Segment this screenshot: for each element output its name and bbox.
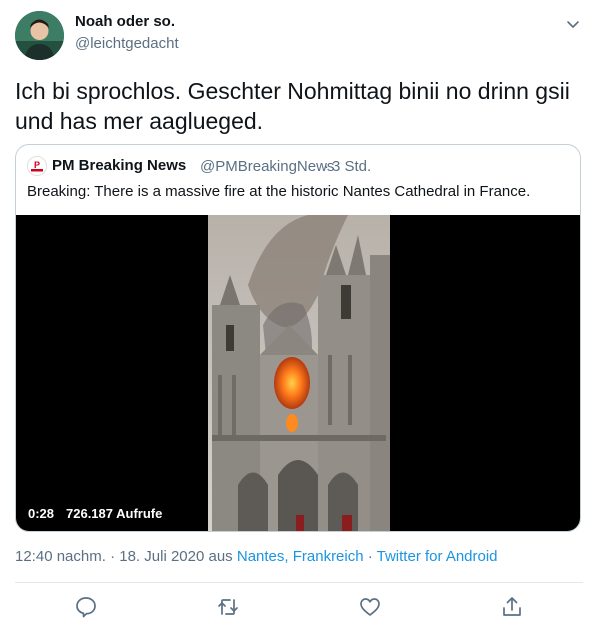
location-link[interactable]: Nantes, Frankreich (237, 548, 364, 565)
svg-text:P: P (34, 160, 40, 170)
quoted-name: PM Breaking News (52, 157, 187, 174)
chevron-down-icon[interactable] (563, 14, 583, 34)
avatar[interactable] (15, 11, 64, 60)
share-icon[interactable] (499, 594, 525, 620)
quoted-text: Breaking: There is a massive fire at the… (27, 183, 531, 200)
quoted-time: 3 Std. (332, 158, 372, 175)
tweet-meta: 12:40 nachm. · 18. Juli 2020 aus Nantes,… (15, 548, 498, 565)
like-icon[interactable] (357, 594, 383, 620)
meta-separator: · (105, 548, 120, 565)
author-handle[interactable]: @leichtgedacht (75, 35, 179, 52)
divider (15, 582, 583, 583)
retweet-icon[interactable] (215, 594, 241, 620)
tweet-time[interactable]: 12:40 nachm. (15, 548, 106, 565)
quoted-separator: · (324, 158, 329, 175)
meta-separator: · (363, 548, 377, 565)
video-duration: 0:28 (28, 506, 55, 521)
tweet-date[interactable]: 18. Juli 2020 (119, 548, 204, 565)
source-link[interactable]: Twitter for Android (377, 548, 498, 565)
meta-from: aus (204, 548, 237, 565)
quoted-tweet[interactable]: P PM Breaking News @PMBreakingNews · 3 S… (15, 144, 581, 532)
reply-icon[interactable] (73, 594, 99, 620)
video-views: 726.187 Aufrufe (66, 506, 163, 521)
quoted-avatar: P (27, 156, 47, 176)
author-name[interactable]: Noah oder so. (75, 13, 175, 30)
action-bar (0, 594, 598, 622)
video-thumbnail (208, 215, 390, 531)
tweet-text: Ich bi sprochlos. Geschter Nohmittag bin… (15, 78, 570, 134)
quoted-handle: @PMBreakingNews (200, 158, 335, 175)
video-player[interactable]: 0:28 726.187 Aufrufe (16, 215, 580, 531)
tweet: Noah oder so. @leichtgedacht Ich bi spro… (0, 0, 598, 631)
